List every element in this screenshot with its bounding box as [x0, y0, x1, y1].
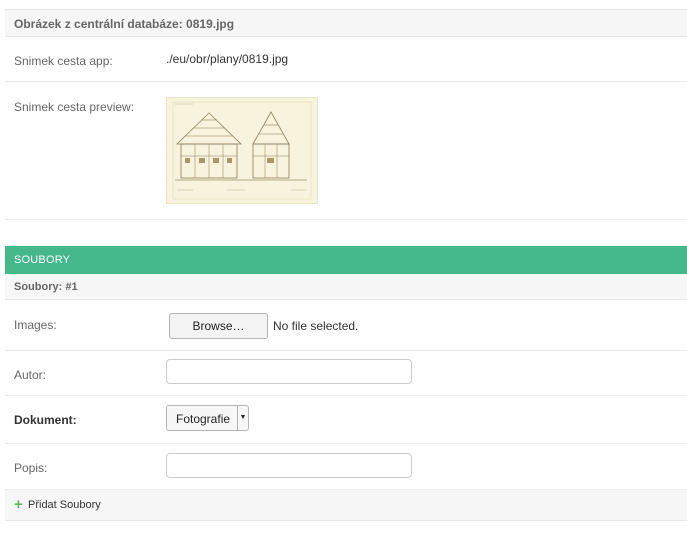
- popis-label: Popis:: [14, 461, 48, 475]
- add-soubory-link[interactable]: Přidat Soubory: [28, 499, 101, 511]
- preview-path-label: Snimek cesta preview:: [14, 100, 135, 114]
- dokument-row: Dokument: Fotografie ▼: [5, 396, 687, 444]
- db-section-header: Obrázek z centrální databáze: 0819.jpg: [5, 10, 687, 37]
- autor-label: Autor:: [14, 368, 47, 382]
- module-header: SOUBORY: [5, 246, 687, 274]
- chevron-down-icon: ▼: [237, 406, 248, 430]
- module-title: SOUBORY: [14, 254, 71, 266]
- app-path-row: Snimek cesta app: ./eu/obr/plany/0819.jp…: [5, 37, 687, 82]
- app-path-label: Snimek cesta app:: [14, 54, 113, 68]
- autor-row: Autor:: [5, 351, 687, 396]
- images-label: Images:: [14, 318, 57, 332]
- preview-thumbnail[interactable]: [166, 97, 318, 204]
- add-soubory-row: + Přidat Soubory: [5, 490, 687, 521]
- db-section-title: Obrázek z centrální databáze: 0819.jpg: [14, 17, 235, 31]
- preview-path-row: Snimek cesta preview:: [5, 82, 687, 220]
- dokument-select-value: Fotografie: [176, 412, 231, 426]
- images-row: Images: Browse… No file selected.: [5, 300, 687, 351]
- inline-title: Soubory: #1: [14, 281, 78, 293]
- dokument-label: Dokument:: [14, 413, 77, 427]
- dokument-select[interactable]: Fotografie ▼: [166, 405, 249, 431]
- architectural-drawing-icon: [167, 98, 317, 203]
- plus-icon[interactable]: +: [14, 497, 26, 512]
- inline-header: Soubory: #1: [5, 274, 687, 300]
- no-file-text: No file selected.: [273, 319, 359, 333]
- browse-button[interactable]: Browse…: [169, 313, 268, 339]
- app-path-value: ./eu/obr/plany/0819.jpg: [166, 52, 289, 66]
- popis-row: Popis:: [5, 444, 687, 490]
- autor-input[interactable]: [166, 359, 412, 384]
- popis-input[interactable]: [166, 453, 412, 478]
